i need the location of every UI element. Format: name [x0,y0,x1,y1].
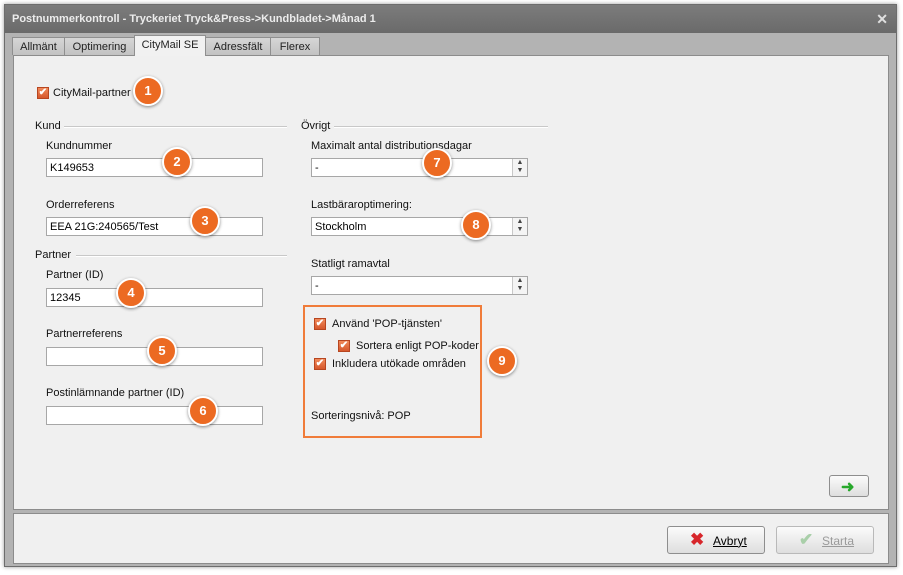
starta-button[interactable]: ✔ Starta [776,526,874,554]
lastbarar-combo[interactable]: Stockholm ▲ ▼ [311,217,528,236]
tab-flerex[interactable]: Flerex [270,37,320,55]
title-bar[interactable]: Postnummerkontroll - Tryckeriet Tryck&Pr… [5,5,896,33]
inkludera-checkbox[interactable]: ✔ [314,358,326,370]
tab-citymail-se[interactable]: CityMail SE [134,35,206,56]
kundnummer-label: Kundnummer [46,140,113,152]
kundnummer-field[interactable]: K149653 [46,158,263,177]
citymail-partner-checkbox[interactable]: ✔ [37,87,49,99]
ovrigt-group-label: Övrigt [301,120,331,132]
tab-optimering[interactable]: Optimering [64,37,135,55]
inkludera-label: Inkludera utökade områden [332,358,466,370]
kund-group-label: Kund [35,120,61,132]
x-icon: ✖ [690,530,705,549]
max-dagar-value: - [315,162,319,174]
postinlamnande-field[interactable] [46,406,263,425]
avbryt-button[interactable]: ✖ Avbryt [667,526,765,554]
partner-group-label: Partner [35,249,72,261]
lastbarar-value: Stockholm [315,221,367,233]
sortera-pop-checkbox[interactable]: ✔ [338,340,350,352]
ramavtal-label: Statligt ramavtal [311,258,390,270]
partner-divider [76,255,287,257]
badge-8: 8 [461,210,491,240]
badge-2: 2 [162,147,192,177]
badge-3: 3 [190,206,220,236]
ramavtal-value: - [315,280,319,292]
avbryt-label: Avbryt [713,534,747,548]
lastbarar-label: Lastbäraroptimering: [311,199,412,211]
badge-7: 7 [422,148,452,178]
anvand-pop-label: Använd 'POP-tjänsten' [332,318,442,330]
max-dagar-label: Maximalt antal distributionsdagar [311,140,472,152]
window-title: Postnummerkontroll - Tryckeriet Tryck&Pr… [12,13,376,25]
max-dagar-combo[interactable]: - ▲ ▼ [311,158,528,177]
spin-arrows-icon[interactable]: ▲ ▼ [512,277,527,294]
check-icon: ✔ [799,530,814,549]
badge-1: 1 [133,76,163,106]
badge-4: 4 [116,278,146,308]
badge-6: 6 [188,396,218,426]
button-bar: ✖ Avbryt ✔ Starta [13,513,889,564]
citymail-panel: ✔ CityMail-partner Kund Kundnummer K1496… [13,55,889,510]
postinlamnande-label: Postinlämnande partner (ID) [46,387,185,399]
partner-id-field[interactable]: 12345 [46,288,263,307]
anvand-pop-checkbox[interactable]: ✔ [314,318,326,330]
arrow-right-icon: ➜ [841,479,855,496]
dialog-window: Postnummerkontroll - Tryckeriet Tryck&Pr… [4,4,897,567]
close-icon[interactable]: ✕ [876,11,888,28]
citymail-partner-label: CityMail-partner [53,87,131,99]
next-button[interactable]: ➜ [829,475,869,497]
ovrigt-divider [334,126,548,128]
badge-9: 9 [487,346,517,376]
starta-label: Starta [822,534,855,548]
tab-adressfalt[interactable]: Adressfält [205,37,271,55]
sorteringsniva-text: Sorteringsnivå: POP [311,410,411,422]
tab-allmant[interactable]: Allmänt [12,37,65,55]
sortera-pop-label: Sortera enligt POP-koder [356,340,479,352]
ramavtal-combo[interactable]: - ▲ ▼ [311,276,528,295]
badge-5: 5 [147,336,177,366]
spin-arrows-icon[interactable]: ▲ ▼ [512,218,527,235]
spin-arrows-icon[interactable]: ▲ ▼ [512,159,527,176]
kund-divider [64,126,287,128]
orderreferens-field[interactable]: EEA 21G:240565/Test [46,217,263,236]
partner-id-label: Partner (ID) [46,269,104,281]
orderreferens-label: Orderreferens [46,199,115,211]
partnerreferens-label: Partnerreferens [46,328,123,340]
